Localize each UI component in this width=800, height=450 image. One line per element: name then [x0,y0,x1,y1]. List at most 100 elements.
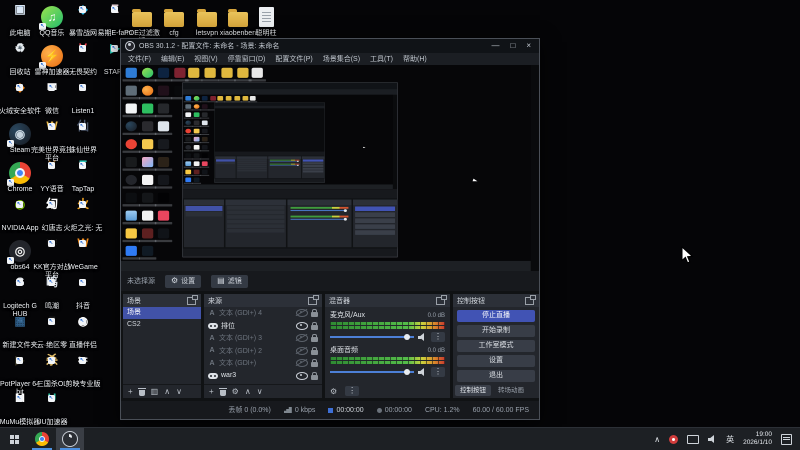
action-center-icon[interactable] [781,433,792,445]
desktop-icon-jianying[interactable]: ✂ 剪映专业版 [66,354,101,389]
source-row[interactable]: A 文本 (GDI+) 2 [204,345,322,358]
taskbar-clock[interactable]: 19:00 2026/1/10 [743,431,772,447]
volume-slider[interactable] [330,334,414,340]
source-row[interactable]: A 文本 (GDI+) 4 [204,307,322,320]
tray-chevron-icon[interactable]: ∧ [654,435,660,444]
menu-item[interactable]: 帮助(H) [398,54,432,64]
controls-tab[interactable]: 控制按钮 [455,385,491,396]
desktop-icon-live-companion[interactable]: ◉ 直播伴侣 [69,315,97,350]
source-properties-button[interactable]: ⚙ [232,387,239,396]
desktop-icon-folder-xiaobenben[interactable]: xiaobenben [220,6,256,37]
advanced-audio-icon[interactable]: ⚙ [330,387,337,396]
lock-icon[interactable] [311,309,318,318]
move-scene-up-button[interactable]: ∧ [164,387,170,396]
visibility-eye-off-icon[interactable] [296,309,308,318]
scene-filters-button[interactable]: ▥ [151,387,159,396]
tray-network-icon[interactable] [687,434,700,444]
scene-row[interactable]: 场景 [123,307,201,319]
desktop-icon-sanguosha[interactable]: 杀三国杀OL [37,354,67,389]
desktop-icon-potplayer[interactable]: ▶PotPlayer 64 bit [0,354,40,397]
desktop-icon-perfect-world[interactable]: W完美世界竞技平台 [31,120,73,163]
lock-icon[interactable] [311,359,318,368]
source-settings-button[interactable]: ⚙ 设置 [165,274,202,288]
source-row[interactable]: 排位 [204,320,322,333]
move-source-up-button[interactable]: ∧ [245,387,251,396]
move-scene-down-button[interactable]: ∨ [176,387,182,396]
desktop-icon-kk-platform[interactable]: kk!KK官方对战平台 [33,238,70,279]
desktop-icon-nvidia-app[interactable]: ◉NVIDIA App [2,198,39,233]
desktop-icon-recycle-bin[interactable]: ♻ 回收站 [9,42,31,77]
menu-item[interactable]: 编辑(E) [156,54,189,64]
desktop-icon-new-folder[interactable]: ▦ 新建文件夹 [3,315,38,350]
visibility-eye-icon[interactable] [296,371,308,380]
speaker-icon[interactable] [418,333,427,341]
desktop-icon-folder-cfg[interactable]: cfg [163,6,185,37]
visibility-eye-icon[interactable] [296,321,308,330]
obs-preview-canvas[interactable] [121,65,539,271]
source-filters-button[interactable]: ▤ 滤镜 [211,274,248,288]
lock-icon[interactable] [311,321,318,330]
desktop-icon-battle-net[interactable]: ◆暴雪战网 [69,3,97,38]
tray-antivirus-icon[interactable] [669,434,679,444]
volume-slider-knob[interactable] [404,334,410,340]
lock-icon[interactable] [311,346,318,355]
desktop-icon-folder-letsvpn[interactable]: letsvpn [196,6,218,37]
taskbar-chrome-button[interactable] [28,428,56,450]
tray-volume-icon[interactable] [708,435,717,443]
channel-menu-icon[interactable]: ⋮ [431,367,445,377]
menu-item[interactable]: 文件(F) [123,54,156,64]
desktop-icon-cloud-zzz[interactable]: Z云·绝区零 [37,315,67,350]
volume-slider-knob[interactable] [404,369,410,375]
control-button[interactable]: 停止直播 [457,309,535,322]
lock-icon[interactable] [311,371,318,380]
ime-indicator[interactable]: 英 [726,434,734,445]
popout-icon[interactable] [308,294,319,305]
menu-item[interactable]: 配置文件(P) [270,54,317,64]
add-scene-button[interactable]: + [128,387,133,396]
close-button[interactable]: × [526,42,531,50]
control-button[interactable]: 设置 [457,354,535,367]
desktop-icon-huantangzhi[interactable]: 幻幻唐志 [41,198,63,233]
desktop-icon-obs64[interactable]: ◎obs64 [7,240,31,271]
desktop-icon-leishen[interactable]: ⚡雷神加速器 [35,45,70,76]
speaker-icon[interactable] [418,368,427,376]
source-row[interactable]: A 文本 (GDI+) 3 [204,332,322,345]
add-source-button[interactable]: + [209,387,214,396]
desktop-icon-text-file[interactable]: 聪明柱 [255,6,277,37]
controls-tab[interactable]: 转场动画 [493,385,529,396]
desktop-icon-uu-booster[interactable]: U UU加速器 [36,392,67,427]
minimize-button[interactable]: — [491,42,499,50]
control-button[interactable]: 开始录制 [457,324,535,337]
menu-item[interactable]: 停靠窗口(D) [223,54,271,64]
control-button[interactable]: 工作室模式 [457,339,535,352]
desktop-icon-torchlight[interactable]: 火火炬之光: 无 [64,198,103,233]
desktop-icon-yy-voice[interactable]: YYY语音 [40,159,63,194]
desktop-icon-mingchao[interactable]: 鸣鸣潮 [41,276,63,311]
visibility-eye-off-icon[interactable] [296,359,308,368]
source-row[interactable]: A 文本 (GDI+) [204,357,322,370]
desktop-icon-e-farm[interactable]: E易期E-farm [98,3,133,38]
remove-scene-button[interactable] [137,387,146,396]
desktop-icon-logitech-ghub[interactable]: GLogitech G HUB [3,276,37,319]
desktop-icon-wechat[interactable]: ✉微信 [41,81,63,116]
popout-icon[interactable] [525,294,536,305]
channel-menu-icon[interactable]: ⋮ [431,332,445,342]
taskbar-obs-button[interactable] [56,428,84,450]
desktop-icon-mumu[interactable]: MMuMu模拟器12 [0,392,40,435]
desktop-icon-zhuxian[interactable]: 仙诛仙世界 [69,120,97,155]
mixer-menu-icon[interactable]: ⋮ [345,386,360,396]
menu-item[interactable]: 视图(V) [189,54,222,64]
desktop-icon-listen1[interactable]: ♪ Listen1 [72,81,95,116]
visibility-eye-off-icon[interactable] [296,346,308,355]
maximize-button[interactable]: □ [510,42,515,50]
remove-source-button[interactable] [218,387,227,396]
desktop-icon-taptap[interactable]: T TapTap [72,159,95,194]
desktop-icon-folder-poe[interactable]: POE过滤激活 [124,6,160,45]
scene-row[interactable]: CS2 [123,319,201,331]
desktop-icon-this-pc[interactable]: ▣ 此电脑 [9,3,31,38]
desktop-icon-valorant[interactable]: V无畏契约 [69,42,97,77]
desktop-icon-qq-music[interactable]: ♫QQ音乐 [39,6,64,37]
move-source-down-button[interactable]: ∨ [257,387,263,396]
menu-item[interactable]: 场景集合(S) [318,54,365,64]
desktop-icon-chrome[interactable]: Chrome [7,162,32,193]
